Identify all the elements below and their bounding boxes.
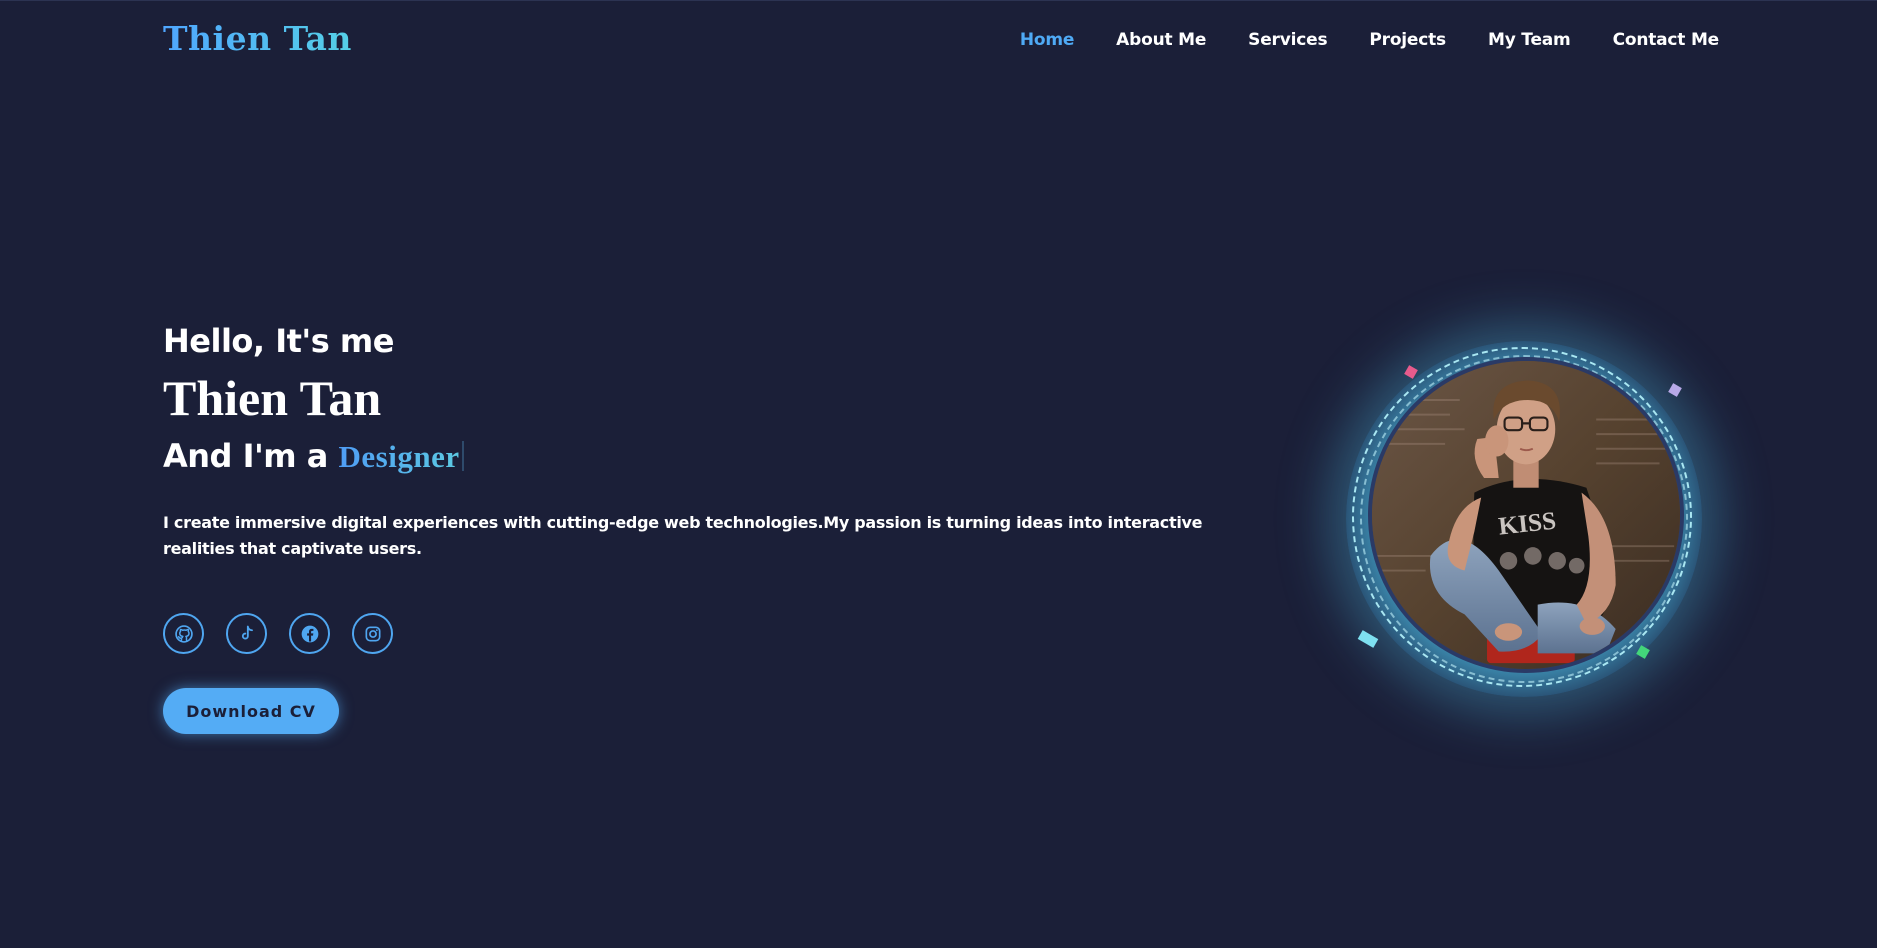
social-links <box>163 613 1263 654</box>
role-word: Designer <box>338 439 460 474</box>
sparkle-cyan-icon <box>1357 630 1379 648</box>
site-header: Thien Tan Home About Me Services Project… <box>0 1 1877 81</box>
nav-contact-me[interactable]: Contact Me <box>1613 30 1720 50</box>
tiktok-icon <box>241 625 253 639</box>
facebook-icon <box>301 625 318 642</box>
github-icon <box>174 624 193 643</box>
hero-name: Thien Tan <box>163 370 382 426</box>
main-nav: Home About Me Services Projects My Team … <box>1020 30 1719 50</box>
hero-section: Hello, It's me Thien Tan And I'm a Desig… <box>163 316 1263 734</box>
instagram-icon <box>365 626 380 641</box>
page: Thien Tan Home About Me Services Project… <box>0 0 1877 948</box>
profile-photo-illustration: KISS <box>1372 361 1680 669</box>
nav-home[interactable]: Home <box>1020 30 1075 50</box>
tiktok-link[interactable] <box>226 613 267 654</box>
typing-caret <box>461 441 464 471</box>
nav-my-team[interactable]: My Team <box>1488 30 1571 50</box>
github-link[interactable] <box>163 613 204 654</box>
instagram-link[interactable] <box>352 613 393 654</box>
portrait-frame: KISS <box>1346 341 1702 697</box>
greeting: Hello, It's me <box>163 322 394 360</box>
profile-photo: KISS <box>1368 357 1684 673</box>
nav-about-me[interactable]: About Me <box>1116 30 1206 50</box>
nav-projects[interactable]: Projects <box>1369 30 1446 50</box>
role-line: And I'm a Designer <box>163 430 1263 483</box>
hero-description: I create immersive digital experiences w… <box>163 513 1203 558</box>
facebook-link[interactable] <box>289 613 330 654</box>
nav-services[interactable]: Services <box>1248 30 1327 50</box>
sparkle-lavender-icon <box>1668 383 1682 397</box>
site-logo[interactable]: Thien Tan <box>163 19 352 58</box>
download-cv-button[interactable]: Download CV <box>163 688 339 734</box>
role-prefix: And I'm a <box>163 437 339 475</box>
